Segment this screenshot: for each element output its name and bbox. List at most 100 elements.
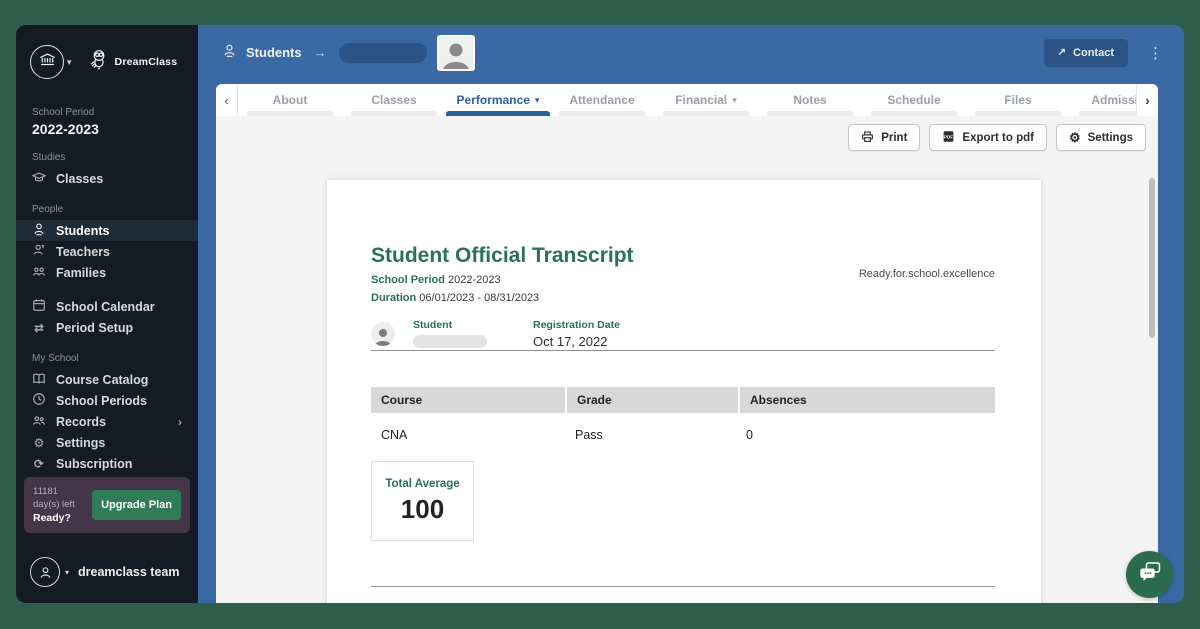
screen: ▾ DreamClass bbox=[0, 0, 1200, 629]
tab-label: Performance bbox=[457, 93, 530, 107]
app-window: ▾ DreamClass bbox=[16, 25, 1184, 603]
cell-absences: 0 bbox=[736, 422, 991, 448]
tab-label: Attendance bbox=[569, 93, 634, 107]
tab-files[interactable]: Files bbox=[966, 84, 1070, 116]
breadcrumb[interactable]: Students bbox=[246, 45, 302, 60]
student-info-row: Student Registration Date Oct 17, 2022 bbox=[371, 319, 995, 349]
settings-button[interactable]: ⚙ Settings bbox=[1056, 124, 1146, 151]
tab-label: Classes bbox=[371, 93, 416, 107]
school-period-block: School Period 2022-2023 bbox=[32, 107, 182, 137]
export-label: Export to pdf bbox=[962, 132, 1034, 144]
sidebar-logo-row: ▾ DreamClass bbox=[16, 37, 198, 83]
top-bar: Students → ↗ Contact ⋮ bbox=[198, 25, 1184, 80]
sidebar-item-label: Students bbox=[56, 224, 109, 238]
sidebar-header-people: People bbox=[16, 204, 198, 215]
dreamclass-owl-icon bbox=[86, 48, 110, 77]
print-button[interactable]: Print bbox=[848, 124, 920, 151]
kebab-menu-icon[interactable]: ⋮ bbox=[1148, 44, 1162, 62]
transcript-header: Student Official Transcript School Perio… bbox=[371, 244, 995, 349]
tab-about[interactable]: About bbox=[238, 84, 342, 116]
printer-icon bbox=[861, 130, 874, 146]
sidebar-item-teachers[interactable]: Teachers bbox=[16, 241, 198, 262]
sidebar-item-label: Records bbox=[56, 415, 106, 429]
cell-course: CNA bbox=[371, 422, 565, 448]
tab-attendance[interactable]: Attendance bbox=[550, 84, 654, 116]
sidebar-item-label: Classes bbox=[56, 172, 103, 186]
tabs-scroll-left-button[interactable]: ‹ bbox=[216, 84, 238, 116]
graduation-cap-icon bbox=[32, 171, 46, 187]
registration-column: Registration Date Oct 17, 2022 bbox=[533, 319, 620, 349]
tab-schedule[interactable]: Schedule bbox=[862, 84, 966, 116]
chat-bubbles-icon bbox=[1138, 561, 1162, 588]
chat-widget-button[interactable] bbox=[1126, 551, 1173, 598]
account-name: dreamclass team bbox=[78, 565, 179, 579]
contact-button[interactable]: ↗ Contact bbox=[1044, 39, 1128, 67]
tab-notes[interactable]: Notes bbox=[758, 84, 862, 116]
account-menu[interactable]: ▾ dreamclass team bbox=[16, 547, 198, 603]
settings-label: Settings bbox=[1088, 132, 1133, 144]
sidebar-item-settings[interactable]: ⚙ Settings bbox=[16, 432, 198, 453]
print-label: Print bbox=[881, 132, 907, 144]
sidebar-item-school-calendar[interactable]: School Calendar bbox=[16, 296, 198, 317]
calendar-icon bbox=[32, 298, 46, 315]
duration-value: 06/01/2023 - 08/31/2023 bbox=[419, 292, 539, 304]
school-period-label: School Period bbox=[371, 274, 445, 286]
trial-banner: 11181 day(s) left Ready? Upgrade Plan bbox=[24, 477, 190, 533]
tab-label: Notes bbox=[793, 93, 826, 107]
tabs-scroll-right-button[interactable]: › bbox=[1136, 84, 1158, 116]
sidebar-item-school-periods[interactable]: School Periods bbox=[16, 390, 198, 411]
student-photo bbox=[371, 322, 395, 346]
sidebar-item-families[interactable]: Families bbox=[16, 262, 198, 283]
external-arrow-icon: ↗ bbox=[1058, 47, 1066, 58]
caret-down-icon: ▾ bbox=[732, 95, 737, 106]
tab-admission[interactable]: Admission bbox=[1070, 84, 1136, 116]
sidebar-item-course-catalog[interactable]: Course Catalog bbox=[16, 369, 198, 390]
duration-label: Duration bbox=[371, 292, 416, 304]
transcript-card: Student Official Transcript School Perio… bbox=[327, 180, 1041, 603]
sidebar-item-label: Period Setup bbox=[56, 321, 133, 335]
sidebar-item-records[interactable]: Records › bbox=[16, 411, 198, 432]
tabs: About Classes Performance ▾ Attendance F… bbox=[238, 84, 1136, 116]
sidebar-item-period-setup[interactable]: ⇄ Period Setup bbox=[16, 317, 198, 338]
tab-classes[interactable]: Classes bbox=[342, 84, 446, 116]
school-motto: Ready.for.school.excellence bbox=[859, 268, 995, 280]
gear-icon: ⚙ bbox=[1069, 130, 1081, 146]
student-icon bbox=[32, 222, 46, 239]
student-avatar[interactable] bbox=[437, 35, 475, 71]
total-average-label: Total Average bbox=[385, 478, 459, 490]
sidebar-header-my-school: My School bbox=[16, 353, 198, 364]
sidebar-item-label: Settings bbox=[56, 436, 105, 450]
sidebar-item-subscription[interactable]: ⟳ Subscription bbox=[16, 453, 198, 474]
tab-performance[interactable]: Performance ▾ bbox=[446, 84, 550, 116]
book-icon bbox=[32, 372, 46, 388]
swap-arrows-icon: ⇄ bbox=[32, 321, 46, 335]
teacher-icon bbox=[32, 243, 46, 260]
trial-days-left: 11181 day(s) left bbox=[33, 486, 85, 511]
sidebar-item-students[interactable]: Students bbox=[16, 220, 198, 241]
sidebar-header-studies: Studies bbox=[16, 152, 198, 163]
brand-logo: DreamClass bbox=[86, 48, 178, 77]
school-switcher-button[interactable] bbox=[30, 45, 64, 79]
student-breadcrumb-icon bbox=[222, 43, 237, 63]
sidebar-item-label: Families bbox=[56, 266, 106, 280]
school-period-value: 2022-2023 bbox=[448, 274, 501, 286]
tab-strip: ‹ About Classes Performance ▾ Attendance… bbox=[216, 84, 1158, 116]
total-average-box: Total Average 100 bbox=[371, 461, 474, 541]
vertical-scrollbar[interactable] bbox=[1149, 178, 1155, 338]
cell-grade: Pass bbox=[565, 422, 736, 448]
sidebar-item-label: Subscription bbox=[56, 457, 132, 471]
sidebar-item-classes[interactable]: Classes bbox=[16, 168, 198, 189]
divider bbox=[371, 586, 995, 587]
grades-table: Course Grade Absences CNA Pass 0 bbox=[371, 387, 995, 448]
school-period-value: 2022-2023 bbox=[32, 121, 182, 137]
pdf-icon: PDF bbox=[942, 130, 955, 146]
chevron-right-icon[interactable]: › bbox=[178, 415, 182, 429]
transcript-duration: Duration 06/01/2023 - 08/31/2023 bbox=[371, 292, 995, 304]
sidebar: ▾ DreamClass bbox=[16, 25, 198, 603]
export-pdf-button[interactable]: PDF Export to pdf bbox=[929, 124, 1047, 151]
upgrade-plan-button[interactable]: Upgrade Plan bbox=[92, 490, 181, 520]
tab-financial[interactable]: Financial ▾ bbox=[654, 84, 758, 116]
sidebar-item-label: School Calendar bbox=[56, 300, 155, 314]
institution-icon bbox=[39, 52, 56, 72]
total-average-value: 100 bbox=[401, 494, 444, 525]
